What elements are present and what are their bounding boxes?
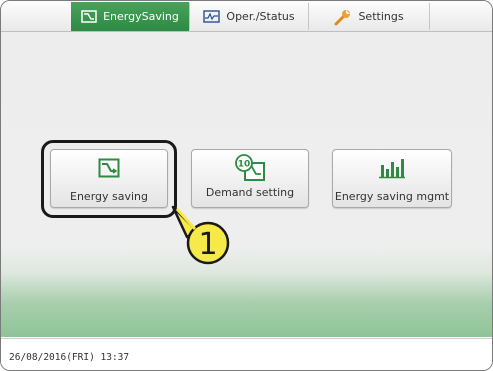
highlight-frame [41,140,177,218]
tab-divider [429,3,430,30]
demand-setting-button[interactable]: 10 Demand setting [191,149,309,208]
demand-setting-icon: 10 [233,154,267,182]
callout-marker: 1 [171,205,230,265]
energy-saving-icon [81,10,97,23]
button-label: Demand setting [205,186,295,199]
tab-energysaving[interactable]: EnergySaving [71,2,189,31]
callout-number: 1 [198,227,217,262]
touch-panel-screen: EnergySaving Oper./Status Settings Energ… [0,0,493,371]
bar-chart-icon [378,154,406,182]
pulse-monitor-icon [203,10,221,23]
tab-label: Settings [358,10,404,23]
main-panel: Energy saving 10 Demand setting Energy s… [1,32,492,337]
tab-bar: EnergySaving Oper./Status Settings [1,1,492,32]
wrench-icon [334,8,352,26]
tab-label: EnergySaving [103,10,179,23]
tab-oper-status[interactable]: Oper./Status [189,3,308,30]
status-footer: 26/08/2016(FRI) 13:37 [1,338,492,370]
button-label: Energy saving mgmt [334,190,450,203]
tab-label: Oper./Status [226,10,295,23]
tab-settings[interactable]: Settings [308,3,429,30]
energy-saving-mgmt-button[interactable]: Energy saving mgmt [332,149,452,208]
demand-icon-number: 10 [238,160,251,170]
datetime-display: 26/08/2016(FRI) 13:37 [9,352,130,363]
